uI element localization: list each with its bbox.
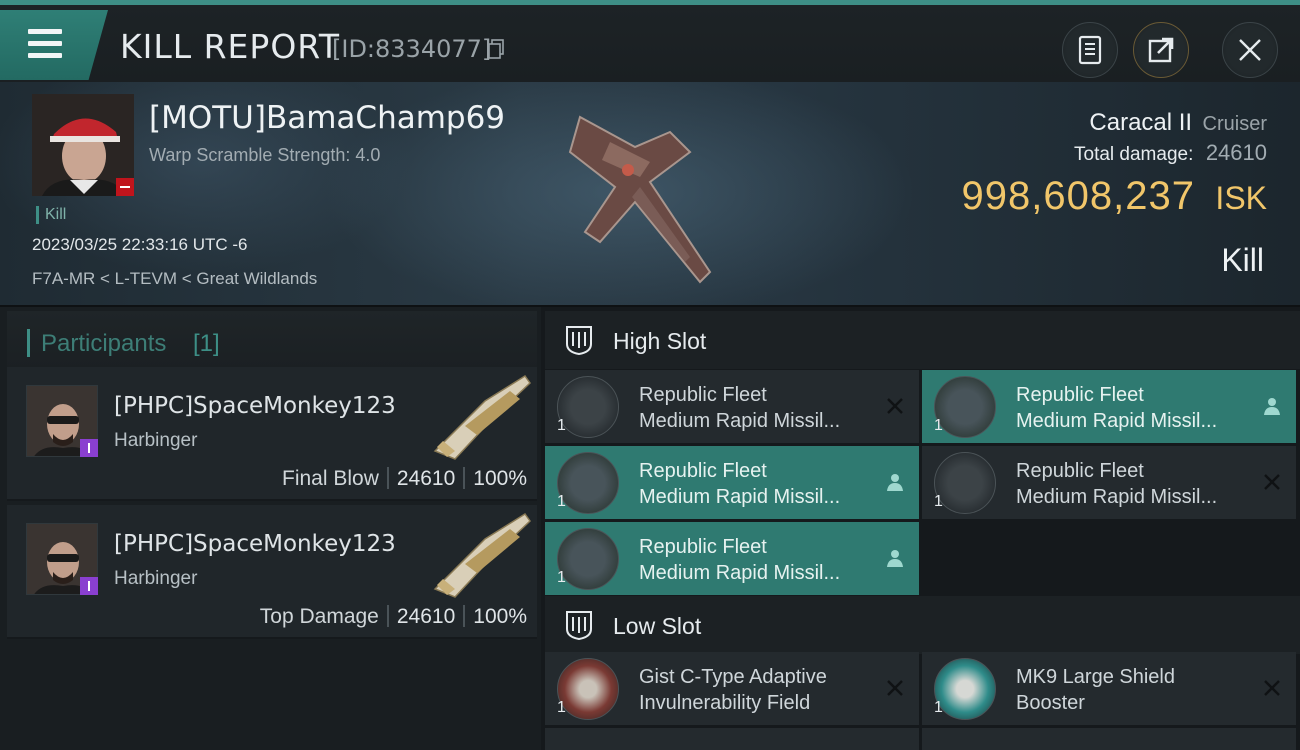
victim-name[interactable]: [MOTU]BamaChamp69 — [149, 100, 505, 136]
destroyed-icon — [887, 680, 903, 696]
participant-percent: 100% — [473, 467, 527, 490]
isk-value: 998,608,237 — [961, 174, 1195, 218]
high-slot-title: High Slot — [613, 328, 707, 354]
kill-location: F7A-MR < L-TEVM < Great Wildlands — [32, 269, 318, 288]
page-title: KILL REPORT — [120, 27, 340, 66]
accent-bar — [27, 329, 30, 357]
participant-role: Top Damage — [259, 605, 379, 628]
share-icon — [1148, 37, 1174, 63]
dropped-icon — [887, 474, 903, 491]
module-slot-partial[interactable] — [545, 728, 919, 750]
participant-damage: 24610 — [396, 467, 456, 490]
victim-ship-class: Cruiser — [1202, 113, 1267, 135]
module-name: Republic Fleet Medium Rapid Missil... — [639, 384, 841, 432]
participant-ship: Harbinger — [114, 568, 198, 589]
header-bar: KILL REPORT [ID:8334077] — [0, 0, 1300, 82]
low-slot-title: Low Slot — [613, 613, 702, 639]
clipboard-icon — [1078, 35, 1102, 65]
module-quantity: 1 — [557, 493, 566, 510]
menu-button[interactable] — [0, 10, 108, 80]
module-name: MK9 Large Shield Booster — [1016, 666, 1175, 714]
isk-unit: ISK — [1215, 180, 1267, 216]
module-name: Republic Fleet Medium Rapid Missil... — [639, 460, 841, 508]
module-quantity: 1 — [934, 699, 943, 716]
module-slot[interactable]: 1 Republic Fleet Medium Rapid Missil... — [922, 370, 1296, 443]
module-slot[interactable]: 1 Republic Fleet Medium Rapid Missil... — [545, 522, 919, 595]
participant-name[interactable]: [PHPC]SpaceMonkey123 — [114, 531, 396, 557]
warp-scramble-strength: Warp Scramble Strength: 4.0 — [149, 145, 381, 165]
missile-launcher-icon — [557, 452, 619, 514]
participant-name[interactable]: [PHPC]SpaceMonkey123 — [114, 393, 396, 419]
separator — [386, 605, 389, 627]
participant-row[interactable]: [PHPC]SpaceMonkey123 Harbinger Final Blo… — [7, 367, 537, 501]
victim-ship-image — [568, 115, 712, 284]
module-slot[interactable]: 1 Gist C-Type Adaptive Invulnerability Fi… — [545, 652, 919, 725]
module-quantity: 1 — [557, 569, 566, 586]
participants-title: Participants — [41, 330, 167, 357]
module-name: Republic Fleet Medium Rapid Missil... — [1016, 460, 1218, 508]
participants-panel: Participants [1] [PHPC]SpaceMonkey123 Ha… — [0, 307, 541, 750]
destroyed-icon — [1264, 474, 1280, 490]
high-slot-header: High Slot — [545, 311, 1300, 369]
corp-badge — [80, 439, 98, 457]
module-slot[interactable]: 1 Republic Fleet Medium Rapid Missil... — [922, 446, 1296, 519]
share-button[interactable] — [1133, 22, 1189, 78]
participants-header: Participants [1] — [7, 311, 537, 369]
module-slot-partial[interactable] — [922, 728, 1296, 750]
low-slot-header: Low Slot — [545, 596, 1300, 654]
module-quantity: 1 — [934, 493, 943, 510]
separator — [386, 467, 389, 489]
module-name: Gist C-Type Adaptive Invulnerability Fiel… — [639, 666, 827, 714]
participant-percent: 100% — [473, 605, 527, 628]
close-button[interactable] — [1222, 22, 1278, 78]
missile-launcher-icon — [934, 452, 996, 514]
low-slot-icon — [566, 611, 592, 641]
module-slot[interactable]: 1 Republic Fleet Medium Rapid Missil... — [545, 370, 919, 443]
participant-stats: Top Damage 24610 100% — [260, 605, 527, 629]
participants-count: [1] — [193, 330, 220, 357]
shield-module-icon — [557, 658, 619, 720]
kill-tag: Kill — [36, 206, 66, 224]
participant-row[interactable]: [PHPC]SpaceMonkey123 Harbinger Top Damag… — [7, 505, 537, 639]
kill-datetime: 2023/03/25 22:33:16 UTC -6 — [32, 235, 248, 254]
module-name: Republic Fleet Medium Rapid Missil... — [639, 536, 841, 584]
destroyed-icon — [1264, 680, 1280, 696]
dropped-icon — [887, 550, 903, 567]
module-slot[interactable]: 1 MK9 Large Shield Booster — [922, 652, 1296, 725]
separator — [463, 605, 466, 627]
total-damage-label: Total damage: — [1074, 144, 1194, 165]
clipboard-button[interactable] — [1062, 22, 1118, 78]
module-quantity: 1 — [557, 417, 566, 434]
missile-launcher-icon — [557, 376, 619, 438]
participant-damage: 24610 — [396, 605, 456, 628]
missile-launcher-icon — [934, 376, 996, 438]
victim-ship-name[interactable]: Caracal II — [1089, 109, 1192, 136]
participant-ship-image — [433, 512, 531, 598]
corp-badge — [80, 577, 98, 595]
module-slot[interactable]: 1 Republic Fleet Medium Rapid Missil... — [545, 446, 919, 519]
participant-role: Final Blow — [282, 467, 379, 490]
high-slot-icon — [566, 326, 592, 356]
shield-booster-icon — [934, 658, 996, 720]
participant-ship: Harbinger — [114, 430, 198, 451]
report-id: [ID:8334077] — [332, 35, 492, 63]
participant-ship-image — [433, 374, 531, 460]
module-quantity: 1 — [934, 417, 943, 434]
participant-stats: Final Blow 24610 100% — [282, 467, 527, 491]
status-badge — [116, 178, 134, 196]
missile-launcher-icon — [557, 528, 619, 590]
destroyed-icon — [887, 398, 903, 414]
separator — [463, 467, 466, 489]
close-icon — [1239, 39, 1261, 61]
total-damage-value: 24610 — [1205, 140, 1267, 165]
kill-result: Kill — [1221, 242, 1264, 278]
copy-icon[interactable] — [488, 39, 504, 59]
module-quantity: 1 — [557, 699, 566, 716]
dropped-icon — [1264, 398, 1280, 415]
module-name: Republic Fleet Medium Rapid Missil... — [1016, 384, 1218, 432]
victim-panel: [MOTU]BamaChamp69 Warp Scramble Strength… — [0, 82, 1300, 307]
